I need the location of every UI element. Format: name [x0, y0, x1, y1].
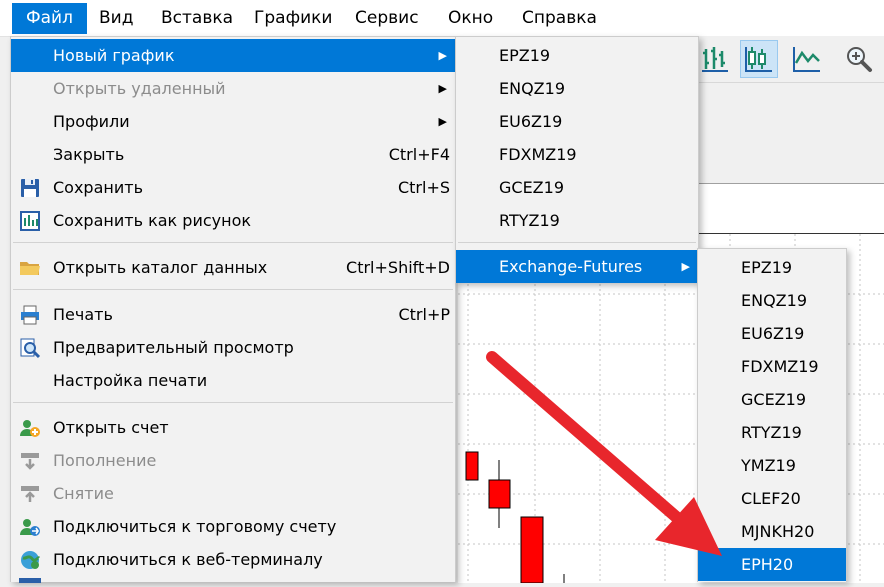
annotation-arrow-icon	[486, 351, 722, 556]
